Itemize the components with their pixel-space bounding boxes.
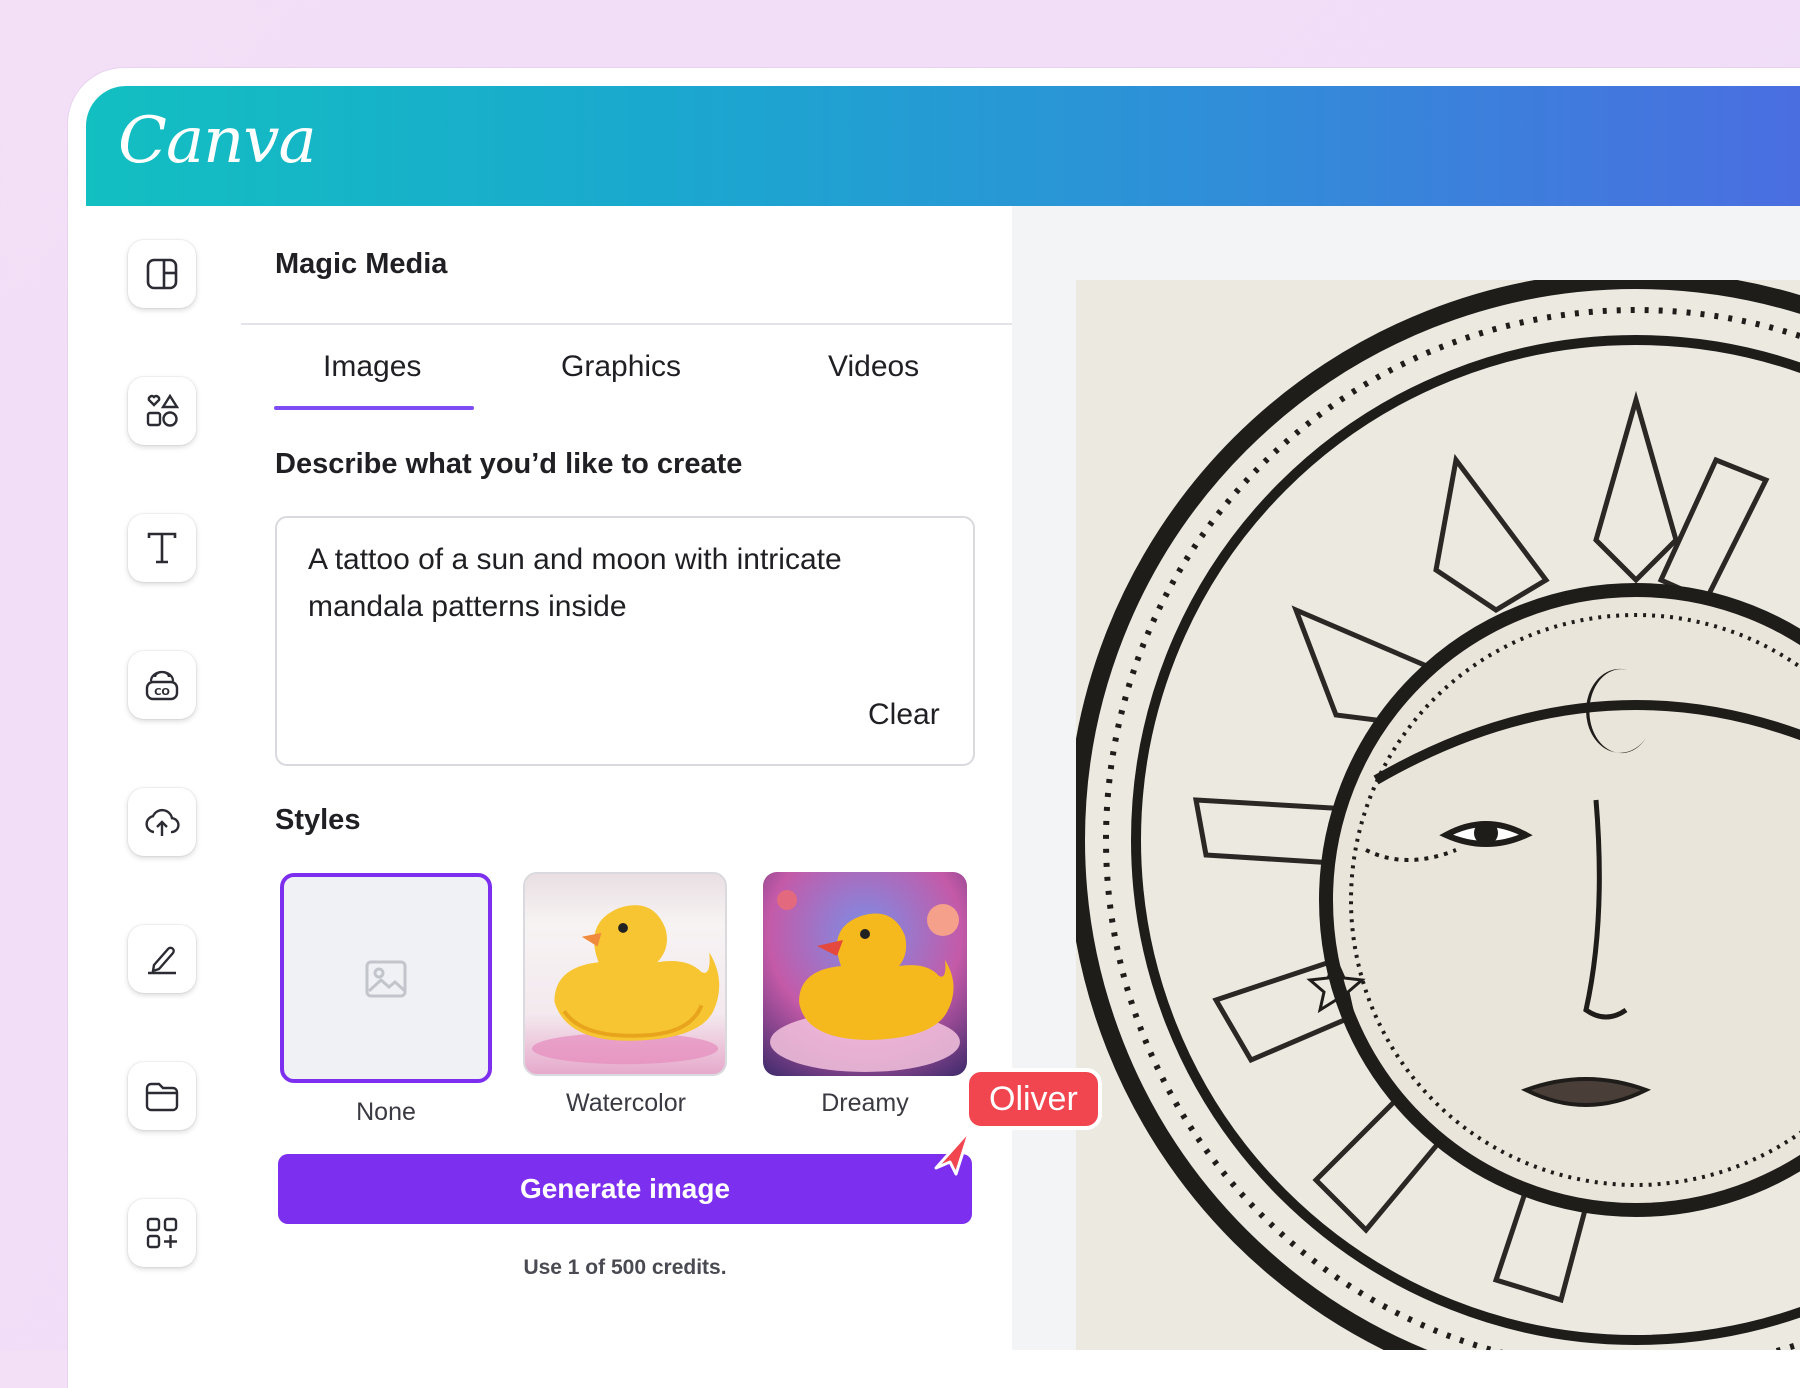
style-option-none[interactable] xyxy=(280,873,492,1083)
image-placeholder-icon xyxy=(365,960,407,998)
generate-image-button[interactable]: Generate image xyxy=(278,1154,972,1224)
sidebar-item-text[interactable] xyxy=(128,514,196,582)
panel-title: Magic Media xyxy=(275,248,448,280)
style-caption-dreamy: Dreamy xyxy=(821,1089,909,1117)
text-icon xyxy=(147,532,177,564)
tab-videos[interactable]: Videos xyxy=(828,350,919,384)
top-bar xyxy=(86,86,1800,206)
sun-moon-tattoo-artwork[interactable] xyxy=(1076,280,1800,1350)
prompt-text[interactable]: A tattoo of a sun and moon with intricat… xyxy=(308,536,948,630)
canva-logo[interactable]: Canva xyxy=(118,104,317,178)
panel-divider xyxy=(241,323,1012,325)
clear-button[interactable]: Clear xyxy=(868,698,940,732)
rubber-duck-watercolor-image xyxy=(531,905,720,1065)
folder-icon xyxy=(145,1082,179,1112)
sidebar-item-design[interactable] xyxy=(128,240,196,308)
svg-text:CO: CO xyxy=(154,687,170,698)
shapes-icon xyxy=(146,393,180,427)
tab-graphics[interactable]: Graphics xyxy=(561,350,681,384)
active-tab-indicator xyxy=(274,406,474,410)
mandala-sun-image xyxy=(1076,280,1800,1350)
rubber-duck-dreamy-image xyxy=(770,890,960,1072)
collaborator-cursor-icon xyxy=(934,1128,972,1176)
cloud-upload-icon xyxy=(145,808,180,836)
style-caption-none: None xyxy=(356,1098,416,1126)
sidebar-item-draw[interactable] xyxy=(128,925,196,993)
sidebar-item-brand[interactable]: CO xyxy=(128,651,196,719)
prompt-label: Describe what you’d like to create xyxy=(275,448,743,480)
pen-icon xyxy=(148,946,176,975)
sidebar-item-uploads[interactable] xyxy=(128,788,196,856)
apps-icon xyxy=(146,1217,178,1249)
layout-icon xyxy=(146,258,178,290)
sidebar-item-apps[interactable] xyxy=(128,1199,196,1267)
style-caption-watercolor: Watercolor xyxy=(566,1089,686,1117)
sidebar-item-elements[interactable] xyxy=(128,377,196,445)
sidebar-item-projects[interactable] xyxy=(128,1062,196,1130)
styles-label: Styles xyxy=(275,804,361,836)
tab-images[interactable]: Images xyxy=(323,350,421,384)
brand-icon: CO xyxy=(145,670,179,701)
style-option-dreamy[interactable] xyxy=(763,872,967,1076)
credits-text: Use 1 of 500 credits. xyxy=(523,1256,727,1279)
style-option-watercolor[interactable] xyxy=(523,872,727,1076)
collaborator-name-tag: Oliver xyxy=(965,1068,1102,1130)
